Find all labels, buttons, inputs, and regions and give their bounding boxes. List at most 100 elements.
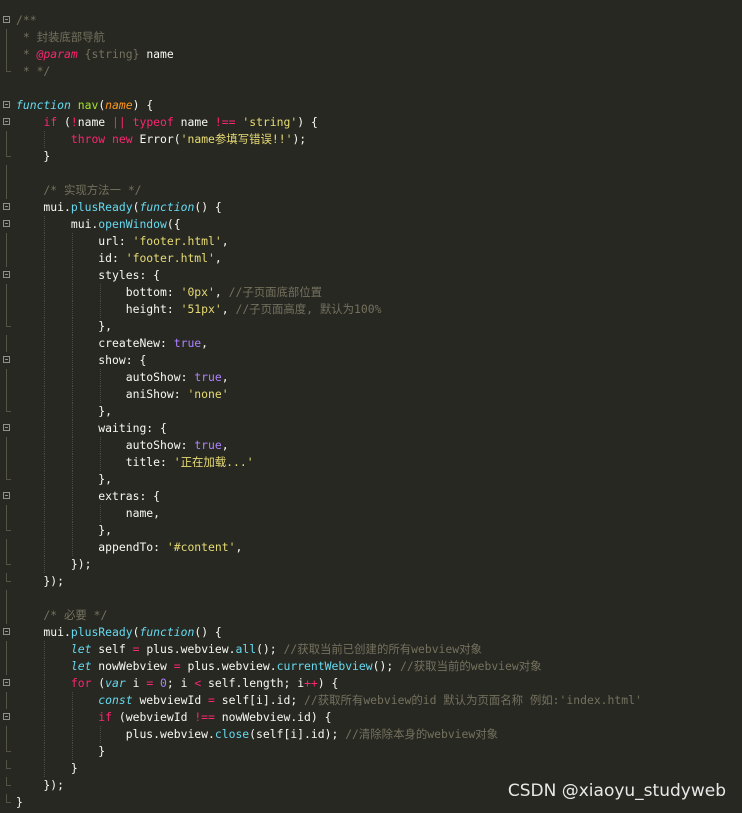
code-line[interactable]: show: { (0, 352, 742, 369)
code-line[interactable] (0, 80, 742, 97)
fold-toggle-icon[interactable] (3, 118, 10, 125)
fold-gutter (0, 403, 14, 420)
code-line[interactable]: if (webviewId !== nowWebview.id) { (0, 709, 742, 726)
code-line[interactable]: /* 必要 */ (0, 607, 742, 624)
fold-gutter[interactable] (0, 267, 14, 284)
code-line[interactable]: aniShow: 'none' (0, 386, 742, 403)
fold-gutter (0, 641, 14, 658)
indent-guide (100, 454, 101, 471)
fold-gutter[interactable] (0, 624, 14, 641)
code-line[interactable]: name, (0, 505, 742, 522)
fold-toggle-icon[interactable] (3, 679, 10, 686)
fold-gutter[interactable] (0, 420, 14, 437)
fold-gutter[interactable] (0, 488, 14, 505)
fold-gutter[interactable] (0, 12, 14, 29)
indent-guide (72, 709, 73, 726)
indent-guide (44, 505, 45, 522)
fold-gutter (0, 148, 14, 165)
code-line[interactable]: }); (0, 556, 742, 573)
code-line[interactable]: } (0, 148, 742, 165)
fold-toggle-icon[interactable] (3, 713, 10, 720)
code-line[interactable]: let nowWebview = plus.webview.currentWeb… (0, 658, 742, 675)
token-storage: let (70, 642, 92, 656)
fold-toggle-icon[interactable] (3, 220, 10, 227)
code-line[interactable]: * @param {string} name (0, 46, 742, 63)
indent-guide (72, 352, 73, 369)
code-line[interactable]: appendTo: '#content', (0, 539, 742, 556)
code-line[interactable]: } (0, 760, 742, 777)
fold-gutter[interactable] (0, 216, 14, 233)
token-plain: }, (16, 319, 113, 333)
code-line[interactable]: createNew: true, (0, 335, 742, 352)
token-plain: mui. (16, 217, 99, 231)
code-line[interactable]: }, (0, 471, 742, 488)
fold-toggle-icon[interactable] (3, 628, 10, 635)
code-line[interactable]: } (0, 743, 742, 760)
code-line[interactable]: }, (0, 403, 742, 420)
code-line[interactable]: url: 'footer.html', (0, 233, 742, 250)
fold-gutter[interactable] (0, 352, 14, 369)
fold-toggle-icon[interactable] (3, 356, 10, 363)
code-line[interactable]: }, (0, 318, 742, 335)
code-line[interactable]: id: 'footer.html', (0, 250, 742, 267)
token-comment: //子页面底部位置 (228, 285, 323, 299)
indent-guide (44, 369, 45, 386)
fold-gutter (0, 301, 14, 318)
code-line[interactable]: let self = plus.webview.all(); //获取当前已创建… (0, 641, 742, 658)
fold-range-line (6, 250, 7, 267)
token-plain: } (16, 744, 106, 758)
code-line[interactable]: mui.openWindow({ (0, 216, 742, 233)
code-line[interactable]: autoShow: true, (0, 437, 742, 454)
code-line[interactable] (0, 165, 742, 182)
fold-toggle-icon[interactable] (3, 101, 10, 108)
fold-gutter[interactable] (0, 114, 14, 131)
code-line[interactable]: autoShow: true, (0, 369, 742, 386)
fold-gutter[interactable] (0, 97, 14, 114)
code-line[interactable]: }, (0, 522, 742, 539)
code-line[interactable]: function nav(name) { (0, 97, 742, 114)
code-line[interactable]: /** (0, 12, 742, 29)
indent-guide (72, 403, 73, 420)
code-text: let nowWebview = plus.webview.currentWeb… (16, 658, 542, 675)
code-line[interactable]: styles: { (0, 267, 742, 284)
fold-toggle-icon[interactable] (3, 424, 10, 431)
code-line[interactable]: height: '51px', //子页面高度, 默认为100% (0, 301, 742, 318)
code-line[interactable]: bottom: '0px', //子页面底部位置 (0, 284, 742, 301)
code-editor[interactable]: /** * 封装底部导航 * @param {string} name * */… (0, 0, 742, 813)
code-line[interactable]: extras: { (0, 488, 742, 505)
code-text: let self = plus.webview.all(); //获取当前已创建… (16, 641, 482, 658)
code-line[interactable]: if (!name || typeof name !== 'string') { (0, 114, 742, 131)
code-line[interactable]: mui.plusReady(function() { (0, 624, 742, 641)
code-line[interactable]: }); (0, 573, 742, 590)
token-plain: self (91, 642, 133, 656)
fold-toggle-icon[interactable] (3, 203, 10, 210)
fold-toggle-icon[interactable] (3, 16, 10, 23)
fold-gutter (0, 29, 14, 46)
code-line[interactable]: /* 实现方法一 */ (0, 182, 742, 199)
token-storage: function (16, 98, 71, 112)
code-line[interactable]: * */ (0, 63, 742, 80)
code-text: }); (16, 556, 92, 573)
fold-toggle-icon[interactable] (3, 271, 10, 278)
fold-end-marker (6, 63, 11, 72)
code-line[interactable]: waiting: { (0, 420, 742, 437)
code-line[interactable]: const webviewId = self[i].id; //获取所有webv… (0, 692, 742, 709)
indent-guide (44, 216, 45, 233)
code-line[interactable]: mui.plusReady(function() { (0, 199, 742, 216)
code-line[interactable]: for (var i = 0; i < self.length; i++) { (0, 675, 742, 692)
fold-gutter[interactable] (0, 675, 14, 692)
fold-gutter[interactable] (0, 199, 14, 216)
fold-toggle-icon[interactable] (3, 492, 10, 499)
code-line[interactable]: throw new Error('name参填写错误!!'); (0, 131, 742, 148)
code-line[interactable] (0, 590, 742, 607)
code-line[interactable]: * 封装底部导航 (0, 29, 742, 46)
indent-guide (44, 352, 45, 369)
fold-gutter[interactable] (0, 709, 14, 726)
code-line[interactable]: title: '正在加载...' (0, 454, 742, 471)
indent-guide (72, 522, 73, 539)
code-line[interactable]: plus.webview.close(self[i].id); //清除除本身的… (0, 726, 742, 743)
fold-range-line (6, 233, 7, 250)
fold-gutter (0, 607, 14, 624)
